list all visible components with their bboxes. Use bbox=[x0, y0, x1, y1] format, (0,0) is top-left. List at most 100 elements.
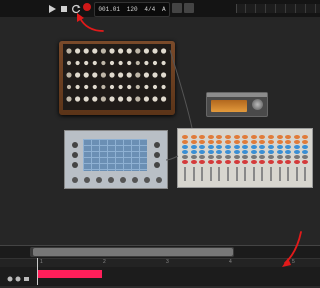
synth-knob[interactable] bbox=[135, 96, 141, 102]
mixer-knob[interactable] bbox=[293, 135, 300, 139]
mixer-knob[interactable] bbox=[233, 160, 240, 164]
synth-knob[interactable] bbox=[109, 84, 115, 90]
synth-knob[interactable] bbox=[66, 60, 72, 66]
record-button[interactable] bbox=[83, 3, 91, 11]
overview-ruler[interactable] bbox=[236, 4, 320, 13]
mixer-knob[interactable] bbox=[268, 135, 274, 139]
mixer-knob[interactable] bbox=[190, 150, 197, 154]
synth-knob[interactable] bbox=[75, 96, 81, 102]
mixer-channel-strip[interactable] bbox=[267, 135, 275, 183]
module-knob[interactable] bbox=[252, 99, 263, 110]
synth-knob[interactable] bbox=[75, 48, 81, 54]
mixer-fader[interactable] bbox=[287, 167, 290, 181]
mixer-channel-strip[interactable] bbox=[258, 135, 266, 183]
mixer-knob[interactable] bbox=[259, 155, 266, 159]
synth-knob[interactable] bbox=[92, 72, 98, 78]
synth-knob[interactable] bbox=[83, 48, 89, 54]
mixer-knob[interactable] bbox=[259, 150, 266, 154]
mixer-knob[interactable] bbox=[182, 155, 188, 159]
mixer-fader[interactable] bbox=[304, 167, 307, 181]
synth-knob[interactable] bbox=[118, 72, 124, 78]
mixer-knob[interactable] bbox=[268, 145, 274, 149]
mixer-fader[interactable] bbox=[295, 167, 298, 181]
mixer-knob[interactable] bbox=[225, 145, 231, 149]
mixer-knob[interactable] bbox=[190, 145, 197, 149]
mixer-knob[interactable] bbox=[302, 140, 309, 144]
synth-knob[interactable] bbox=[109, 96, 115, 102]
synth-knob[interactable] bbox=[118, 84, 123, 90]
mixer-channel-strip[interactable] bbox=[181, 135, 189, 183]
mixer-knob[interactable] bbox=[259, 145, 266, 149]
synth-knob[interactable] bbox=[118, 48, 124, 54]
synth-knob[interactable] bbox=[135, 60, 140, 66]
playhead[interactable] bbox=[37, 258, 38, 285]
mixer-knob[interactable] bbox=[242, 140, 249, 144]
mixer-device[interactable] bbox=[177, 128, 313, 188]
mixer-knob[interactable] bbox=[276, 160, 283, 164]
synth-knob[interactable] bbox=[92, 60, 97, 66]
synth-knob[interactable] bbox=[83, 72, 89, 78]
synth-knob[interactable] bbox=[100, 48, 106, 54]
mixer-knob[interactable] bbox=[233, 145, 240, 149]
mixer-channel-strip[interactable] bbox=[284, 135, 292, 183]
synth-knob[interactable] bbox=[161, 48, 167, 54]
timeline-scroll-thumb[interactable] bbox=[33, 248, 233, 256]
synth-knob[interactable] bbox=[135, 84, 140, 90]
mixer-fader[interactable] bbox=[201, 167, 204, 181]
mixer-knob[interactable] bbox=[233, 155, 240, 159]
synth-knob[interactable] bbox=[75, 72, 81, 78]
synth-knob[interactable] bbox=[143, 48, 149, 54]
mixer-knob[interactable] bbox=[285, 140, 292, 144]
synth-knob[interactable] bbox=[152, 84, 158, 90]
mixer-knob[interactable] bbox=[250, 135, 257, 139]
synth-knob[interactable] bbox=[66, 84, 72, 90]
mixer-knob[interactable] bbox=[207, 135, 214, 139]
synth-knob[interactable] bbox=[143, 72, 149, 78]
mixer-knob[interactable] bbox=[216, 150, 223, 154]
mixer-channel-strip[interactable] bbox=[241, 135, 249, 183]
mixer-knob[interactable] bbox=[259, 140, 266, 144]
mixer-knob[interactable] bbox=[285, 160, 292, 164]
synth-knob[interactable] bbox=[100, 72, 106, 78]
mixer-channel-strip[interactable] bbox=[224, 135, 232, 183]
synth-knob[interactable] bbox=[144, 84, 149, 90]
mixer-knob[interactable] bbox=[293, 160, 300, 164]
mixer-knob[interactable] bbox=[182, 150, 188, 154]
mixer-knob[interactable] bbox=[190, 155, 197, 159]
mixer-knob[interactable] bbox=[268, 140, 274, 144]
wavetable-synth-device[interactable] bbox=[64, 130, 168, 189]
synth-knob[interactable] bbox=[161, 84, 166, 90]
mixer-knob[interactable] bbox=[216, 140, 223, 144]
mixer-fader[interactable] bbox=[270, 167, 272, 181]
synth-knob[interactable] bbox=[109, 48, 115, 54]
mixer-knob[interactable] bbox=[293, 140, 300, 144]
mixer-knob[interactable] bbox=[199, 150, 206, 154]
mixer-knob[interactable] bbox=[199, 155, 206, 159]
mixer-knob[interactable] bbox=[285, 145, 292, 149]
mixer-knob[interactable] bbox=[190, 140, 197, 144]
mixer-knob[interactable] bbox=[302, 135, 309, 139]
synth-knob[interactable] bbox=[92, 48, 98, 54]
synth-knob[interactable] bbox=[127, 84, 132, 90]
loop-button[interactable] bbox=[70, 2, 82, 14]
synth-knob[interactable] bbox=[126, 48, 132, 54]
mixer-channel-strip[interactable] bbox=[190, 135, 198, 183]
mixer-knob[interactable] bbox=[225, 160, 231, 164]
synth-knob[interactable] bbox=[152, 72, 158, 78]
synth-knob[interactable] bbox=[66, 48, 72, 54]
synth-knob[interactable] bbox=[101, 60, 106, 66]
mixer-knob[interactable] bbox=[276, 145, 283, 149]
mixer-knob[interactable] bbox=[225, 135, 231, 139]
mixer-knob[interactable] bbox=[207, 145, 214, 149]
mixer-knob[interactable] bbox=[259, 160, 266, 164]
synth-knob[interactable] bbox=[109, 60, 115, 66]
mixer-channel-strip[interactable] bbox=[293, 135, 301, 183]
mixer-knob[interactable] bbox=[242, 160, 249, 164]
mixer-knob[interactable] bbox=[250, 150, 257, 154]
play-button[interactable] bbox=[46, 2, 58, 14]
synth-knob[interactable] bbox=[126, 72, 132, 78]
synth-knob[interactable] bbox=[161, 96, 167, 102]
mixer-knob[interactable] bbox=[250, 155, 257, 159]
mixer-knob[interactable] bbox=[302, 150, 309, 154]
mixer-fader[interactable] bbox=[227, 167, 229, 181]
